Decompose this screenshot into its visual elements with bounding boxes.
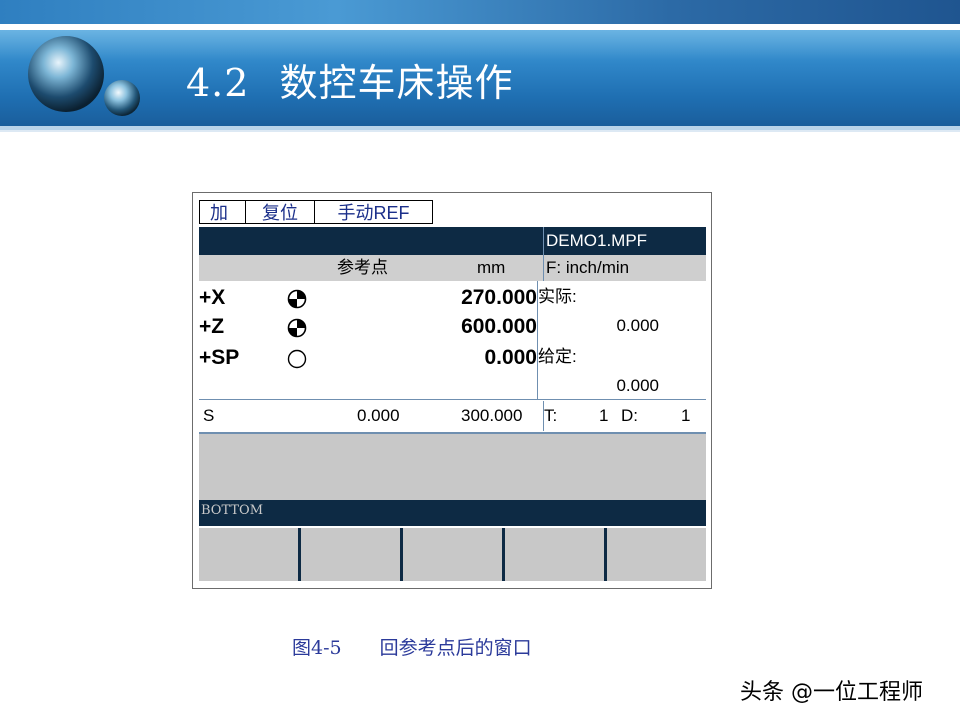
axis-value: 0.000	[484, 346, 537, 369]
tab-machining[interactable]: 加工	[199, 200, 246, 247]
spindle-top-rule	[199, 399, 706, 400]
axis-row-z: +Z 600.000	[199, 313, 537, 341]
axis-row-x: +X 270.000	[199, 284, 537, 312]
cnc-window: 加工 复位 手动REF DEMO1.MPF 参考点 mm F: inch/min…	[192, 192, 712, 589]
feed-actual-value: 0.000	[616, 316, 659, 335]
header-top-strip	[0, 0, 960, 24]
softkey-4[interactable]	[505, 528, 607, 581]
tab-reset[interactable]: 复位	[246, 200, 315, 224]
title-text: 数控车床操作	[279, 61, 514, 105]
axis-value: 270.000	[461, 286, 537, 309]
tool-value: 1	[599, 406, 609, 425]
header-underline-light	[0, 130, 960, 132]
cnc-tab-bar: 加工 复位 手动REF	[199, 200, 433, 247]
message-area	[199, 434, 706, 500]
feed-actual-label: 实际:	[538, 287, 577, 306]
page-title: 4.2 数控车床操作	[186, 52, 513, 107]
softkey-5[interactable]	[607, 528, 706, 581]
softkey-2[interactable]	[301, 528, 403, 581]
figure-number: 图4-5	[292, 637, 342, 659]
spindle-set: 300.000	[461, 406, 523, 425]
column-unit: mm	[477, 258, 506, 277]
offset-label: D:	[621, 406, 638, 425]
status-bar: BOTTOM	[199, 500, 706, 526]
softkey-3[interactable]	[403, 528, 505, 581]
offset-value: 1	[681, 406, 691, 425]
figure-caption: 图4-5 回参考点后的窗口	[292, 633, 532, 660]
watermark-credit: 头条 @一位工程师	[740, 680, 923, 705]
referenced-icon	[287, 289, 307, 309]
referenced-icon	[287, 318, 307, 338]
axis-row-sp: +SP 0.000	[199, 344, 537, 372]
feed-set-value: 0.000	[616, 376, 659, 395]
program-name: DEMO1.MPF	[543, 227, 706, 255]
softkey-1[interactable]	[199, 528, 301, 581]
tool-label: T:	[544, 406, 558, 425]
spindle-row: S 0.000 300.000 T: 1 D: 1	[199, 401, 706, 431]
figure-text: 回参考点后的窗口	[379, 637, 532, 659]
tab-manual-ref[interactable]: 手动REF	[315, 200, 433, 224]
feed-unit-label: F: inch/min	[543, 255, 706, 281]
feed-set-label: 给定:	[538, 347, 577, 366]
not-referenced-icon	[287, 349, 307, 369]
axis-name: +X	[199, 286, 226, 309]
column-reference-point: 参考点	[337, 258, 388, 277]
program-bar: DEMO1.MPF	[199, 227, 706, 255]
axis-value: 600.000	[461, 315, 537, 338]
spindle-actual: 0.000	[357, 406, 400, 425]
axis-name: +Z	[199, 315, 225, 338]
spindle-label: S	[203, 406, 215, 425]
sphere-logo-icon	[28, 36, 140, 116]
softkey-bar	[199, 528, 706, 581]
column-header-bar: 参考点 mm F: inch/min	[199, 255, 706, 281]
title-number: 4.2	[186, 61, 250, 105]
axis-name: +SP	[199, 346, 240, 369]
